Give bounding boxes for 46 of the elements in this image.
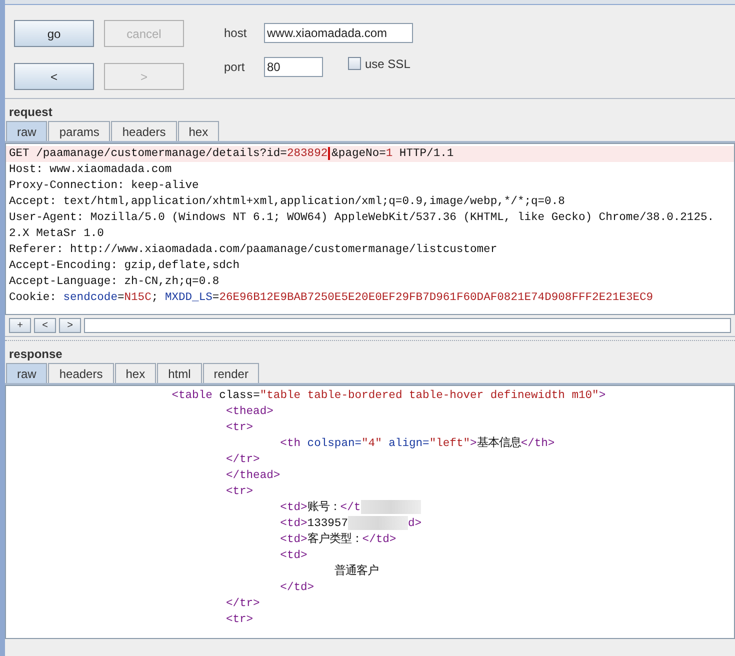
toolbar-button[interactable]: go: [14, 20, 94, 47]
history-button[interactable]: +: [9, 318, 31, 333]
code-line: <td>客户类型：</td>: [279, 532, 398, 548]
code-line: 普通客户: [333, 564, 380, 580]
response-tab[interactable]: hex: [114, 363, 156, 383]
code-line: <tr>: [224, 421, 254, 436]
port-field[interactable]: 80: [264, 56, 323, 76]
response-tab[interactable]: raw: [6, 363, 48, 383]
port-label: port: [224, 60, 246, 74]
code-line: <tr>: [224, 485, 254, 500]
host-label: host: [224, 26, 248, 40]
code-line: Referer: http://www.xiaomadada.com/paamanage/customermanage/listcustomer: [8, 242, 498, 258]
code-line: </tr>: [224, 596, 261, 612]
response-tab[interactable]: html: [157, 363, 202, 383]
code-line: Accept-Encoding: gzip,deflate,sdch: [8, 258, 240, 274]
code-line: <th colspan="4" align="left">基本信息</th>: [279, 436, 556, 452]
request-tab[interactable]: headers: [111, 121, 177, 141]
use-ssl-checkbox[interactable]: use SSL: [348, 56, 410, 70]
code-line: </thead>: [224, 468, 282, 484]
history-button[interactable]: <: [34, 318, 56, 333]
code-line: Proxy-Connection: keep-alive: [8, 178, 200, 194]
code-line: Accept: text/html,application/xhtml+xml,application/xml;q=0.9,image/webp,*/*;q=0.8: [8, 194, 566, 210]
code-line: <td>账号：</t: [6, 500, 734, 516]
response-tab[interactable]: render: [202, 363, 260, 383]
response-title: response: [8, 346, 64, 363]
response-tab[interactable]: headers: [48, 363, 114, 383]
code-line: <td>: [279, 548, 308, 564]
search-field[interactable]: [84, 318, 731, 333]
code-line: <table class="table table-bordered table-hover definewidth m10">: [170, 388, 607, 404]
code-line: Host: www.xiaomadada.com: [8, 162, 173, 178]
request-title: request: [8, 104, 54, 121]
code-line: </td>: [279, 580, 316, 596]
toolbar-button[interactable]: <: [14, 63, 94, 90]
request-tab[interactable]: params: [48, 121, 110, 141]
history-button[interactable]: >: [59, 318, 81, 333]
code-line: <td>133957 d>: [279, 516, 423, 532]
request-tab[interactable]: raw: [6, 121, 48, 141]
code-line: Accept-Language: zh-CN,zh;q=0.8: [8, 274, 220, 290]
code-line: <tr>: [224, 613, 254, 628]
code-line: <thead>: [224, 404, 274, 420]
code-line: Cookie: sendcode=N15C; MXDD_LS=26E96B12E9BAB7250E5E20E0EF29FB7D961F60DAF0821E74D908FFF2E21E3EC9: [8, 290, 654, 306]
code-line: </tr>: [224, 452, 261, 468]
code-line: User-Agent: Mozilla/5.0 (Windows NT 6.1; WOW64) AppleWebKit/537.36 (KHTML, like Gecko) Chrome/38.0.2125.: [8, 210, 716, 226]
request-tab[interactable]: hex: [178, 121, 220, 141]
host-field[interactable]: www.xiaomadada.com: [264, 22, 413, 42]
code-line: 2.X MetaSr 1.0: [8, 227, 105, 242]
